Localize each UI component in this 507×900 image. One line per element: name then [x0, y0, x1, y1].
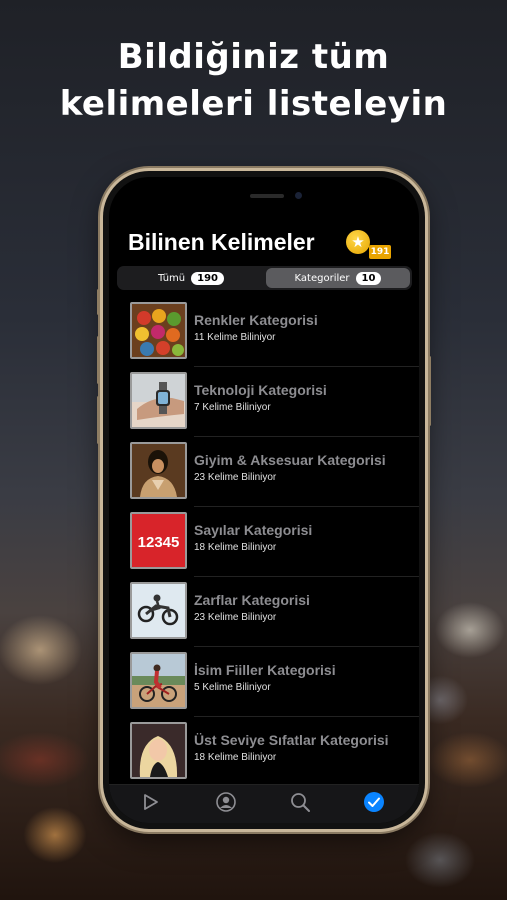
play-icon[interactable] — [139, 791, 161, 813]
power-button — [428, 356, 431, 426]
phone-screen: Bilinen Kelimeler ★ 191 Tümü 190 Kategor… — [109, 177, 419, 823]
category-row-numbers[interactable]: 12345 Sayılar Kategorisi 18 Kelime Bilin… — [109, 509, 419, 579]
row-divider — [194, 366, 419, 367]
segment-categories-count: 10 — [355, 271, 382, 285]
row-divider — [194, 576, 419, 577]
segment-categories[interactable]: Kategoriler 10 — [266, 268, 410, 288]
category-title: Giyim & Aksesuar Kategorisi — [194, 452, 386, 468]
volume-up-button — [97, 336, 100, 384]
category-count: 7 Kelime Biliniyor — [194, 402, 271, 413]
star-coin-icon[interactable]: ★ — [346, 230, 370, 254]
search-icon[interactable] — [289, 791, 311, 813]
headline-line-1: Bildiğiniz tüm — [117, 37, 390, 77]
coin-count-badge: 191 — [369, 245, 391, 259]
tab-bar — [109, 784, 419, 823]
category-row-adverbs[interactable]: Zarflar Kategorisi 23 Kelime Biliniyor — [109, 579, 419, 649]
volume-down-button — [97, 396, 100, 444]
row-divider — [194, 506, 419, 507]
row-divider — [194, 716, 419, 717]
category-row-technology[interactable]: Teknoloji Kategorisi 7 Kelime Biliniyor — [109, 369, 419, 439]
category-title: Üst Seviye Sıfatlar Kategorisi — [194, 732, 389, 748]
smartwatch-image — [130, 372, 187, 429]
front-camera — [295, 192, 302, 199]
category-title: Sayılar Kategorisi — [194, 522, 313, 538]
earpiece-speaker — [250, 194, 284, 198]
segment-all[interactable]: Tümü 190 — [119, 268, 263, 288]
category-count: 18 Kelime Biliniyor — [194, 752, 277, 763]
category-row-clothing[interactable]: Giyim & Aksesuar Kategorisi 23 Kelime Bi… — [109, 439, 419, 509]
segment-all-label: Tümü — [157, 272, 186, 284]
row-divider — [194, 646, 419, 647]
category-title: İsim Fiiller Kategorisi — [194, 662, 336, 678]
category-row-advanced-adjectives[interactable]: Üst Seviye Sıfatlar Kategorisi 18 Kelime… — [109, 719, 419, 789]
segmented-control: Tümü 190 Kategoriler 10 — [117, 266, 412, 290]
category-count: 23 Kelime Biliniyor — [194, 472, 277, 483]
colored-balls-image — [130, 302, 187, 359]
category-count: 5 Kelime Biliniyor — [194, 682, 271, 693]
motocross-image — [130, 582, 187, 639]
promo-headline: Bildiğiniz tüm kelimeleri listeleyin — [0, 34, 507, 128]
page-title: Bilinen Kelimeler — [128, 229, 315, 255]
category-title: Renkler Kategorisi — [194, 312, 318, 328]
segment-all-count: 190 — [191, 271, 225, 285]
segment-categories-label: Kategoriler — [294, 272, 350, 284]
mute-switch — [97, 289, 100, 315]
checkmark-circle-icon[interactable] — [363, 791, 385, 813]
category-count: 23 Kelime Biliniyor — [194, 612, 277, 623]
numbers-image: 12345 — [130, 512, 187, 569]
profile-icon[interactable] — [215, 791, 237, 813]
category-title: Teknoloji Kategorisi — [194, 382, 327, 398]
clothing-image — [130, 442, 187, 499]
row-divider — [194, 436, 419, 437]
category-title: Zarflar Kategorisi — [194, 592, 310, 608]
headline-line-2: kelimeleri listeleyin — [59, 84, 448, 124]
numbers-text: 12345 — [138, 534, 180, 551]
cyclist-image — [130, 652, 187, 709]
category-count: 11 Kelime Biliniyor — [194, 332, 276, 343]
category-row-colors[interactable]: Renkler Kategorisi 11 Kelime Biliniyor — [109, 299, 419, 369]
category-count: 18 Kelime Biliniyor — [194, 542, 277, 553]
category-row-gerunds[interactable]: İsim Fiiller Kategorisi 5 Kelime Biliniy… — [109, 649, 419, 719]
phone-frame: Bilinen Kelimeler ★ 191 Tümü 190 Kategor… — [97, 171, 431, 829]
blonde-woman-image — [130, 722, 187, 779]
